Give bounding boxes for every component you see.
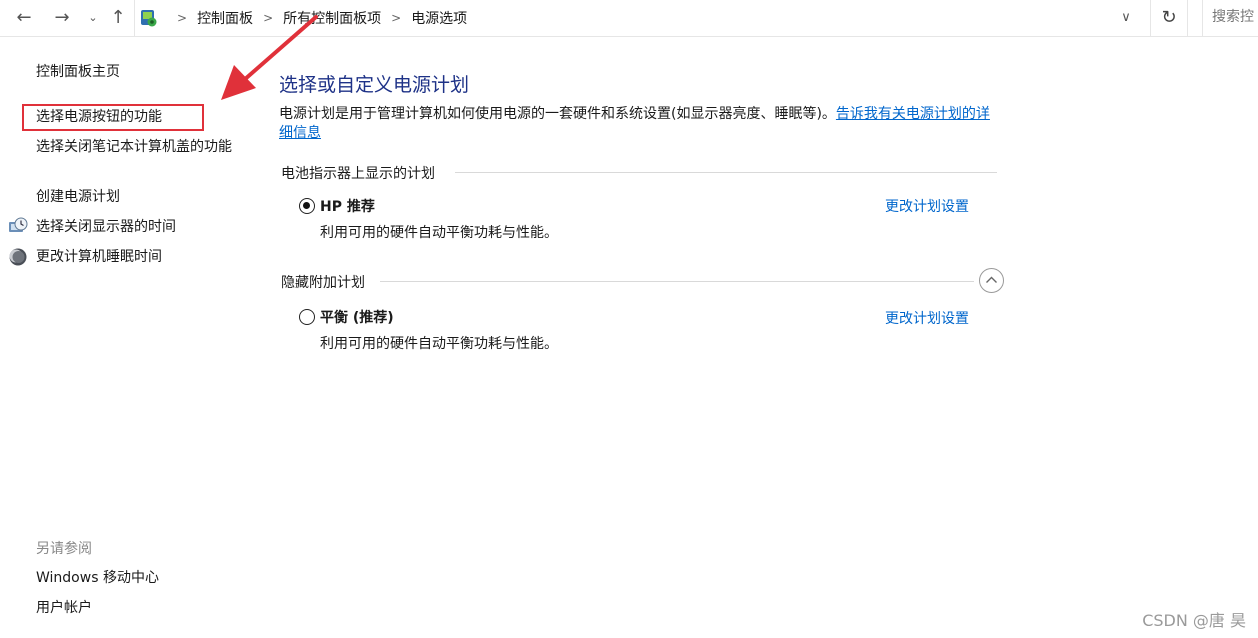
choose-lid-close-link[interactable]: 选择关闭笔记本计算机盖的功能: [36, 137, 251, 157]
hp-plan-name[interactable]: HP 推荐: [320, 196, 375, 216]
chevron-right-icon: >: [391, 11, 402, 25]
watermark: CSDN @唐 昊: [1142, 611, 1246, 630]
control-panel-icon: [141, 10, 157, 27]
search-box[interactable]: [1202, 0, 1258, 36]
address-bar[interactable]: > 控制面板 > 所有控制面板项 > 电源选项 ∨: [134, 0, 1148, 36]
mobility-center-link[interactable]: Windows 移动中心: [36, 568, 159, 588]
hp-plan-description: 利用可用的硬件自动平衡功耗与性能。: [320, 225, 558, 241]
see-also-heading: 另请参阅: [36, 541, 92, 557]
display-off-time-link[interactable]: 选择关闭显示器的时间: [36, 217, 176, 237]
highlight-box: [22, 104, 204, 131]
collapse-chevron-up-icon[interactable]: [979, 268, 1004, 293]
balanced-plan-description: 利用可用的硬件自动平衡功耗与性能。: [320, 336, 558, 352]
address-dropdown-chevron-icon[interactable]: ∨: [1116, 8, 1136, 28]
forward-arrow-icon[interactable]: →: [50, 8, 74, 28]
battery-plans-heading: 电池指示器上显示的计划: [281, 163, 443, 183]
hp-plan-radio[interactable]: [299, 198, 315, 214]
chevron-right-icon: >: [177, 11, 188, 25]
chevron-right-icon: >: [263, 11, 274, 25]
page-title: 选择或自定义电源计划: [279, 74, 470, 96]
sleep-time-link[interactable]: 更改计算机睡眠时间: [36, 247, 162, 267]
search-input[interactable]: [1203, 0, 1258, 34]
balanced-plan-radio[interactable]: [299, 309, 315, 325]
back-arrow-icon[interactable]: ←: [12, 8, 36, 28]
section-divider: [455, 172, 997, 173]
annotation-arrow-icon: [221, 15, 318, 100]
hidden-plans-heading: 隐藏附加计划: [281, 272, 373, 292]
refresh-icon[interactable]: ↻: [1150, 0, 1188, 36]
up-arrow-icon[interactable]: ↑: [106, 8, 130, 28]
address-toolbar: ← → ⌄ ↑ > 控制面板 > 所有控制面板项 > 电源选项 ∨ ↻: [0, 0, 1258, 37]
breadcrumb: > 控制面板 > 所有控制面板项 > 电源选项: [167, 0, 467, 36]
control-panel-home-link[interactable]: 控制面板主页: [36, 62, 120, 82]
balanced-change-plan-link[interactable]: 更改计划设置: [885, 308, 969, 328]
page-description: 电源计划是用于管理计算机如何使用电源的一套硬件和系统设置(如显示器亮度、睡眠等)…: [279, 105, 999, 143]
section-divider: [380, 281, 974, 282]
user-accounts-link[interactable]: 用户帐户: [36, 598, 92, 618]
breadcrumb-control-panel[interactable]: 控制面板: [197, 8, 253, 28]
recent-locations-chevron-icon[interactable]: ⌄: [86, 8, 100, 28]
sleep-moon-icon: [9, 248, 27, 266]
breadcrumb-all-items[interactable]: 所有控制面板项: [283, 8, 381, 28]
create-power-plan-link[interactable]: 创建电源计划: [36, 187, 120, 207]
description-text: 电源计划是用于管理计算机如何使用电源的一套硬件和系统设置(如显示器亮度、睡眠等)…: [279, 106, 836, 122]
balanced-plan-name[interactable]: 平衡 (推荐): [320, 307, 394, 327]
breadcrumb-power-options[interactable]: 电源选项: [411, 8, 467, 28]
hp-change-plan-link[interactable]: 更改计划设置: [885, 196, 969, 216]
display-clock-icon: [9, 217, 28, 232]
